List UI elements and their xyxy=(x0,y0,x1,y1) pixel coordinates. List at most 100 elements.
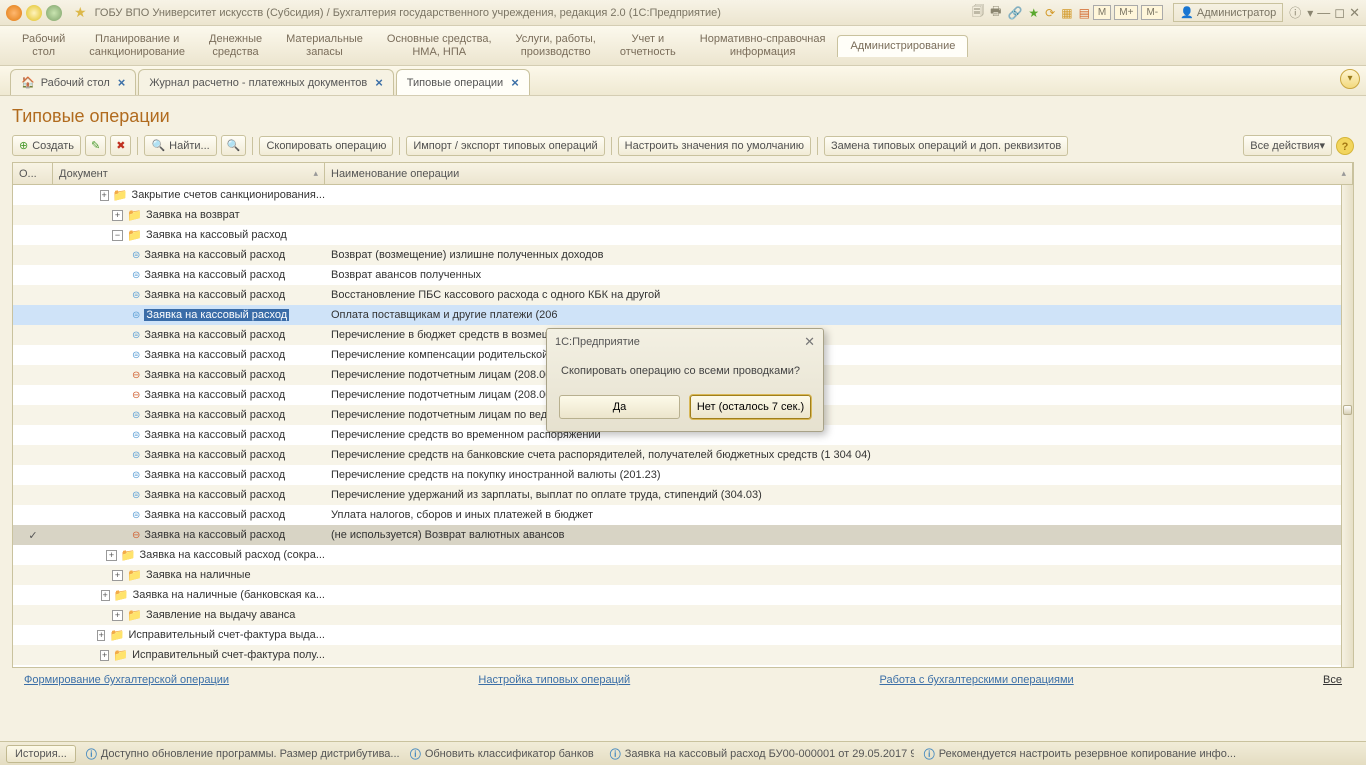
document-tab[interactable]: Журнал расчетно - платежных документов× xyxy=(138,69,393,95)
table-row[interactable]: ⊜Заявка на кассовый расходПеречисление с… xyxy=(13,445,1341,465)
main-tab[interactable]: Рабочийстол xyxy=(10,29,77,63)
delete-button[interactable]: ✖ xyxy=(110,135,131,156)
scrollbar[interactable] xyxy=(1341,185,1353,667)
info-icon[interactable]: ⓘ xyxy=(1289,4,1301,21)
favorite-star-icon[interactable]: ★ xyxy=(1028,6,1039,20)
table-row[interactable]: ⊜Заявка на кассовый расходВосстановление… xyxy=(13,285,1341,305)
tree-expander-icon[interactable]: + xyxy=(97,630,106,641)
main-tab[interactable]: Планирование исанкционирование xyxy=(77,29,197,63)
table-row[interactable]: +📁Закрытие счетов санкционирования... xyxy=(13,185,1341,205)
table-row[interactable]: ⊜Заявка на кассовый расходВозврат авансо… xyxy=(13,265,1341,285)
row-document: ⊜Заявка на кассовый расход xyxy=(53,349,325,361)
m-button[interactable]: M xyxy=(1093,5,1111,20)
replace-button[interactable]: Замена типовых операций и доп. реквизито… xyxy=(824,136,1068,156)
maximize-icon[interactable]: ◻ xyxy=(1334,5,1345,21)
folder-icon: 📁 xyxy=(127,608,142,622)
link-form-operation[interactable]: Формирование бухгалтерской операции xyxy=(24,674,229,686)
scrollbar-thumb[interactable] xyxy=(1343,405,1352,415)
document-tab[interactable]: 🏠Рабочий стол× xyxy=(10,69,136,95)
tree-expander-icon[interactable]: + xyxy=(112,570,123,581)
main-tab[interactable]: Учет иотчетность xyxy=(608,29,688,63)
row-document: +📁Исправительный счет-фактура полу... xyxy=(53,648,325,662)
main-tab[interactable]: Материальныезапасы xyxy=(274,29,375,63)
table-row[interactable]: ⊜Заявка на кассовый расходВозврат (возме… xyxy=(13,245,1341,265)
history-button[interactable]: История... xyxy=(6,745,76,763)
document-text: Закрытие счетов санкционирования... xyxy=(132,189,325,201)
status-item[interactable]: ⓘЗаявка на кассовый расход БУ00-000001 о… xyxy=(604,744,914,764)
col-mark[interactable]: О... xyxy=(13,163,53,184)
table-row[interactable]: +📁Исправительный счет-фактура выда... xyxy=(13,625,1341,645)
operation-text: Перечисление средств на покупку иностран… xyxy=(325,469,1341,481)
help-icon[interactable]: ? xyxy=(1336,137,1354,155)
link-all[interactable]: Все xyxy=(1323,674,1342,686)
tree-expander-icon[interactable]: + xyxy=(112,210,123,221)
close-icon[interactable]: ✕ xyxy=(1349,5,1360,21)
tree-expander-icon[interactable]: + xyxy=(101,590,110,601)
table-row[interactable]: +📁Заявка на кассовый расход (сокра... xyxy=(13,545,1341,565)
table-row[interactable]: ✓⊖Заявка на кассовый расход(не используе… xyxy=(13,525,1341,545)
tab-close-icon[interactable]: × xyxy=(375,75,383,90)
main-tab[interactable]: Администрирование xyxy=(837,35,968,57)
tab-close-icon[interactable]: × xyxy=(511,75,519,90)
status-item[interactable]: ⓘОбновить классификатор банков xyxy=(404,744,600,764)
table-row[interactable]: ⊜Заявка на кассовый расходПеречисление с… xyxy=(13,465,1341,485)
link-work-operations[interactable]: Работа с бухгалтерскими операциями xyxy=(880,674,1074,686)
favorite-icon[interactable]: ★ xyxy=(74,4,87,21)
table-row[interactable]: +📁Заявка на наличные xyxy=(13,565,1341,585)
clear-find-button[interactable]: 🔍 xyxy=(221,135,247,156)
table-row[interactable]: ⊜Заявка на кассовый расходУплата налогов… xyxy=(13,505,1341,525)
dialog-close-icon[interactable]: ✕ xyxy=(804,334,815,350)
m-minus-button[interactable]: M- xyxy=(1141,5,1163,20)
document-tab[interactable]: Типовые операции× xyxy=(396,69,530,95)
window-close-icon[interactable] xyxy=(6,5,22,21)
table-row[interactable]: ⊜Заявка на кассовый расходОплата поставщ… xyxy=(13,305,1341,325)
status-item[interactable]: ⓘДоступно обновление программы. Размер д… xyxy=(80,744,400,764)
tree-expander-icon[interactable]: − xyxy=(112,230,123,241)
window-min-icon[interactable] xyxy=(26,5,42,21)
import-export-button[interactable]: Импорт / экспорт типовых операций xyxy=(406,136,604,156)
table-row[interactable]: +📁Заявка на возврат xyxy=(13,205,1341,225)
edit-button[interactable]: ✎ xyxy=(85,135,106,156)
col-document[interactable]: Документ▴ xyxy=(53,163,325,184)
main-tab[interactable]: Нормативно-справочнаяинформация xyxy=(688,29,838,63)
tree-expander-icon[interactable]: + xyxy=(112,610,123,621)
table-row[interactable]: +📁Исходящее извещение xyxy=(13,665,1341,667)
calendar-icon[interactable]: ▤ xyxy=(1079,6,1090,20)
all-actions-button[interactable]: Все действия ▾ xyxy=(1243,135,1332,156)
copy-operation-button[interactable]: Скопировать операцию xyxy=(259,136,393,156)
no-button[interactable]: Нет (осталось 7 сек.) xyxy=(690,395,811,419)
toolbar-icon[interactable]: 🖶 xyxy=(990,2,1001,23)
main-tab[interactable]: Услуги, работы,производство xyxy=(504,29,608,63)
col-operation[interactable]: Наименование операции▴ xyxy=(325,163,1353,184)
m-plus-button[interactable]: M+ xyxy=(1114,5,1138,20)
status-item[interactable]: ⓘРекомендуется настроить резервное копир… xyxy=(918,744,1242,764)
toolbar-icon[interactable]: 🔗 xyxy=(1007,6,1022,20)
table-row[interactable]: −📁Заявка на кассовый расход xyxy=(13,225,1341,245)
minimize-icon[interactable]: — xyxy=(1317,5,1330,20)
tree-expander-icon[interactable]: + xyxy=(100,650,109,661)
main-tab[interactable]: Денежныесредства xyxy=(197,29,274,63)
create-button[interactable]: ⊕Создать xyxy=(12,135,81,156)
table-row[interactable]: ⊜Заявка на кассовый расходПеречисление у… xyxy=(13,485,1341,505)
table-row[interactable]: +📁Заявление на выдачу аванса xyxy=(13,605,1341,625)
expand-tabs-icon[interactable]: ▾ xyxy=(1340,69,1360,89)
find-button[interactable]: 🔍Найти... xyxy=(144,135,216,156)
document-text: Заявка на кассовый расход xyxy=(144,469,285,481)
window-max-icon[interactable] xyxy=(46,5,62,21)
tab-close-icon[interactable]: × xyxy=(118,75,126,90)
calculator-icon[interactable]: ▦ xyxy=(1061,6,1072,20)
tree-expander-icon[interactable]: + xyxy=(100,190,109,201)
user-button[interactable]: 👤 Администратор xyxy=(1173,3,1283,22)
main-tab[interactable]: Основные средства,НМА, НПА xyxy=(375,29,504,63)
toolbar-icon[interactable]: 🗐 xyxy=(972,2,984,23)
document-text: Заявка на наличные xyxy=(146,569,251,581)
row-document: ⊜Заявка на кассовый расход xyxy=(53,249,325,261)
table-row[interactable]: +📁Исправительный счет-фактура полу... xyxy=(13,645,1341,665)
link-setup-operations[interactable]: Настройка типовых операций xyxy=(478,674,630,686)
history-icon[interactable]: ⟳ xyxy=(1045,6,1055,20)
table-row[interactable]: +📁Заявка на наличные (банковская ка... xyxy=(13,585,1341,605)
dropdown-icon[interactable]: ▾ xyxy=(1307,6,1313,20)
yes-button[interactable]: Да xyxy=(559,395,680,419)
tree-expander-icon[interactable]: + xyxy=(106,550,116,561)
defaults-button[interactable]: Настроить значения по умолчанию xyxy=(618,136,811,156)
